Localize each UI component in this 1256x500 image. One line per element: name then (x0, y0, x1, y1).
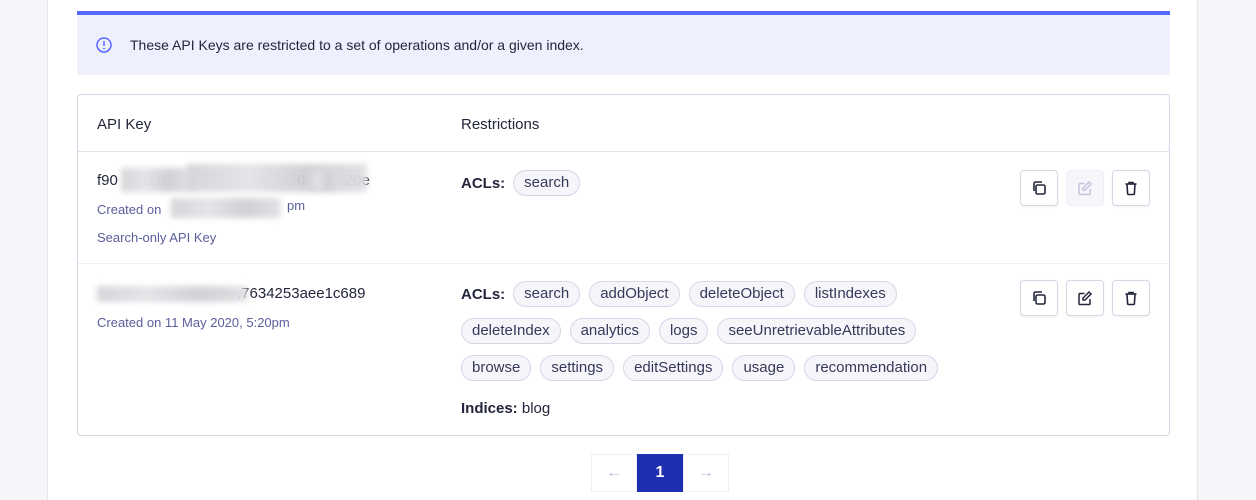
delete-key-button[interactable] (1112, 170, 1150, 206)
api-key-cell: f90 1a19c 0 20e Created on pm Search-onl… (97, 164, 370, 245)
edit-icon (1077, 290, 1093, 306)
info-circle-icon (96, 37, 112, 53)
acl-chip: browse (461, 355, 532, 381)
row-actions (1012, 170, 1150, 206)
acl-list-line3: browse settings editSettings usage recom… (461, 355, 947, 381)
table-row: f90 1a19c 0 20e Created on pm Search-onl… (78, 152, 1169, 264)
acl-chip: logs (658, 318, 709, 344)
notice-text: These API Keys are restricted to a set o… (130, 37, 584, 53)
acl-chip: deleteObject (688, 281, 795, 307)
acl-chip: seeUnretrievableAttributes (717, 318, 917, 344)
indices-label: Indices: (461, 400, 518, 417)
acl-chip: recommendation (804, 355, 939, 381)
pagination: ← 1 → (591, 454, 729, 492)
acl-chip: addObject (589, 281, 680, 307)
trash-icon (1123, 290, 1139, 306)
copy-key-button[interactable] (1020, 170, 1058, 206)
header-restrictions: Restrictions (461, 116, 540, 133)
edit-icon (1077, 180, 1093, 196)
header-api-key: API Key (97, 116, 152, 133)
acl-chip: analytics (569, 318, 650, 344)
acl-chip: deleteIndex (461, 318, 561, 344)
main-panel: These API Keys are restricted to a set o… (47, 0, 1198, 500)
edit-key-button[interactable] (1066, 170, 1104, 206)
created-date: Created on pm (97, 198, 306, 218)
acl-chip: editSettings (623, 355, 724, 381)
acl-chip: settings (540, 355, 615, 381)
indices-restriction: Indices: blog (461, 400, 550, 417)
acl-chip: usage (732, 355, 796, 381)
api-key-value[interactable]: f90 1a19c 0 20e (97, 164, 370, 192)
acl-list: ACLs: search addObject deleteObject list… (461, 281, 906, 307)
copy-icon (1031, 290, 1047, 306)
created-date: Created on 11 May 2020, 5:20pm (97, 315, 290, 330)
trash-icon (1123, 180, 1139, 196)
acl-label: ACLs: (461, 285, 506, 303)
indices-value: blog (521, 400, 551, 417)
acl-list: ACLs: search (461, 170, 589, 196)
acl-chip-search: search (513, 170, 581, 196)
api-key-cell: .7634253aee1c689 Created on 11 May 2020,… (97, 285, 367, 330)
acl-chip: listIndexes (803, 281, 897, 307)
prev-page-button[interactable]: ← (591, 454, 637, 492)
row-actions (1012, 280, 1150, 316)
table-row: .7634253aee1c689 Created on 11 May 2020,… (78, 265, 1169, 435)
copy-key-button[interactable] (1020, 280, 1058, 316)
info-notice: These API Keys are restricted to a set o… (77, 11, 1170, 75)
api-key-value[interactable]: .7634253aee1c689 (97, 285, 367, 303)
page-1-button[interactable]: 1 (637, 454, 683, 492)
delete-key-button[interactable] (1112, 280, 1150, 316)
table-header: API Key Restrictions (78, 95, 1169, 152)
next-page-button[interactable]: → (683, 454, 729, 492)
api-keys-table: API Key Restrictions f90 1a19c 0 20e Cre… (77, 94, 1170, 436)
edit-key-button[interactable] (1066, 280, 1104, 316)
key-note: Search-only API Key (97, 230, 217, 245)
acl-label: ACLs: (461, 174, 506, 192)
acl-list-line2: deleteIndex analytics logs seeUnretrieva… (461, 318, 925, 344)
copy-icon (1031, 180, 1047, 196)
acl-chip: search (513, 281, 581, 307)
